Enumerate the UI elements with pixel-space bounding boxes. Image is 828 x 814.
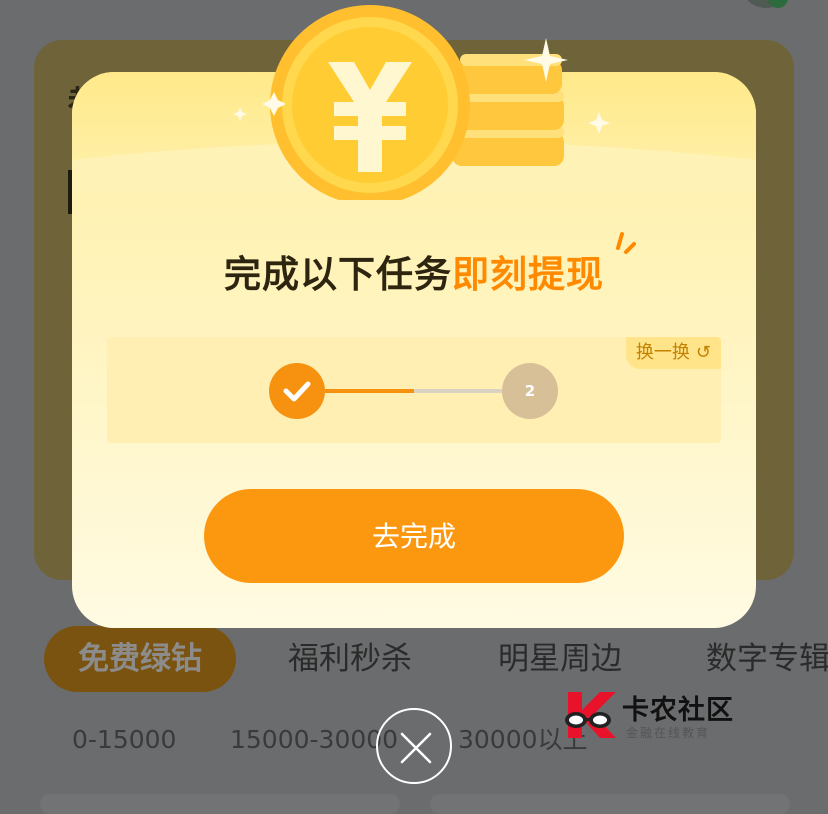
headline-main: 完成以下任务 <box>224 253 452 296</box>
category-tabs: 免费绿钻 福利秒杀 明星周边 数字专辑 <box>0 626 828 692</box>
check-icon <box>283 381 311 402</box>
close-icon <box>400 732 432 764</box>
refresh-button[interactable]: 换一换 ↺ <box>625 337 721 369</box>
refresh-label: 换一换 <box>635 342 690 363</box>
headline-accent: 即刻提现 <box>452 253 604 296</box>
watermark: 卡农社区 金融在线教育 <box>560 686 760 746</box>
tab-welfare-flash-sale[interactable]: 福利秒杀 <box>288 626 412 692</box>
product-card <box>430 794 790 814</box>
product-card <box>40 794 400 814</box>
step-2-pending: 2 <box>502 363 558 419</box>
tab-digital-album[interactable]: 数字专辑 <box>706 626 828 692</box>
close-button[interactable] <box>376 708 452 784</box>
tab-free-green-diamond[interactable]: 免费绿钻 <box>44 626 236 692</box>
modal-headline: 完成以下任务即刻提现 <box>72 232 756 298</box>
watermark-subtitle: 金融在线教育 <box>626 726 711 740</box>
range-filter-low[interactable]: 0-15000 <box>72 718 176 762</box>
go-complete-button[interactable]: 去完成 <box>204 489 624 583</box>
range-filter-mid[interactable]: 15000-30000 <box>230 718 398 762</box>
progress-line-done <box>325 389 414 393</box>
yuan-coin-icon <box>270 5 470 200</box>
task-progress-box: 换一换 ↺ 2 <box>107 337 721 443</box>
progress-line-pending <box>414 389 502 393</box>
coin-illustration <box>233 5 610 200</box>
watermark-title: 卡农社区 <box>622 695 734 726</box>
sparkle-icon <box>616 232 636 254</box>
refresh-icon: ↺ <box>695 342 711 363</box>
step-1-done <box>269 363 325 419</box>
tab-star-merch[interactable]: 明星周边 <box>498 626 622 692</box>
avatar <box>740 0 792 8</box>
watermark-logo-icon <box>565 692 616 738</box>
